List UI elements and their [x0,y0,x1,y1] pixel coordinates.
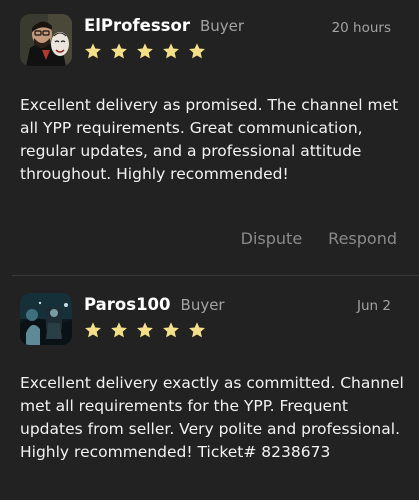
star-icon [137,43,153,59]
star-icon [137,322,153,338]
star-icon [163,322,179,338]
review-card: Paros100 Buyer Jun 2 Excellent delivery e… [0,276,419,500]
review-text: Excellent delivery exactly as committed.… [20,374,404,461]
avatar[interactable] [20,14,72,66]
masked-man-avatar-icon [20,14,72,66]
star-icon [189,43,205,59]
dark-scene-avatar-icon [20,293,72,345]
review-time: 20 hours [331,20,391,36]
author-name[interactable]: ElProfessor Buyer [84,16,244,35]
respond-button[interactable]: Respond [328,229,397,248]
review-time: Jun 2 [357,298,391,314]
review-text: Excellent delivery as promised. The chan… [20,96,399,183]
star-icon [163,43,179,59]
dispute-button[interactable]: Dispute [241,229,303,248]
star-rating [84,42,206,60]
review-actions: Dispute Respond [241,229,397,248]
star-icon [85,43,101,59]
star-icon [189,322,205,338]
star-icon [111,43,127,59]
author-role: Buyer [180,296,225,314]
author-role: Buyer [199,17,245,35]
star-icon [111,322,127,338]
star-rating [84,321,206,339]
avatar[interactable] [20,293,72,345]
star-icon [85,322,101,338]
review-card: ElProfessor Buyer 20 hours Excellent deli… [0,0,419,275]
author-name[interactable]: Paros100 Buyer [84,295,225,314]
